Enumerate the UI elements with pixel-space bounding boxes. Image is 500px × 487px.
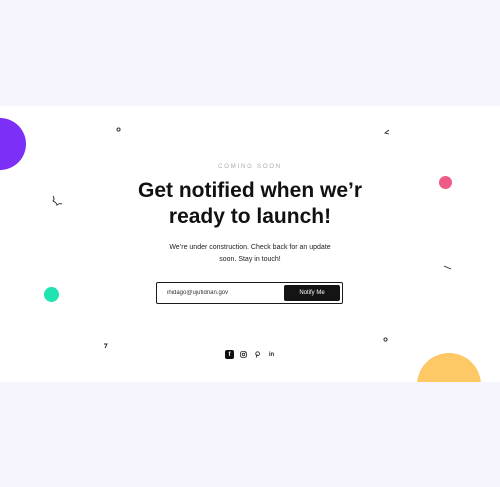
- linkedin-icon[interactable]: in: [267, 350, 276, 359]
- email-input[interactable]: [157, 283, 282, 303]
- subtitle-line-1: We’re under construction. Check back for…: [169, 244, 331, 251]
- small-ring-doodle-icon: [116, 127, 121, 132]
- purple-circle-decoration: [0, 118, 26, 170]
- pinterest-icon[interactable]: [253, 350, 262, 359]
- subtitle-line-2: soon. Stay in touch!: [219, 256, 281, 263]
- yellow-circle-decoration: [417, 353, 481, 382]
- seven-doodle-icon: [103, 343, 108, 349]
- page-title-line-2: ready to launch!: [168, 205, 332, 228]
- page-title-line-1: Get notified when we’r: [137, 179, 363, 202]
- instagram-icon[interactable]: [239, 350, 248, 359]
- facebook-icon[interactable]: f: [225, 350, 234, 359]
- notify-form: Notify Me: [156, 282, 343, 304]
- hero-panel: COMING SOON Get notified when we’r ready…: [0, 106, 500, 382]
- notify-me-button[interactable]: Notify Me: [284, 285, 340, 301]
- dash-doodle-icon: [443, 265, 452, 270]
- coming-soon-eyebrow: COMING SOON: [218, 164, 282, 170]
- page-title: Get notified when we’r ready to launch!: [0, 178, 500, 230]
- angle-doodle-icon: [384, 129, 390, 135]
- social-links: f in: [225, 349, 277, 360]
- small-ring-doodle-icon: [383, 337, 388, 342]
- green-circle-decoration: [44, 287, 59, 302]
- page-subtitle: We’re under construction. Check back for…: [150, 242, 350, 266]
